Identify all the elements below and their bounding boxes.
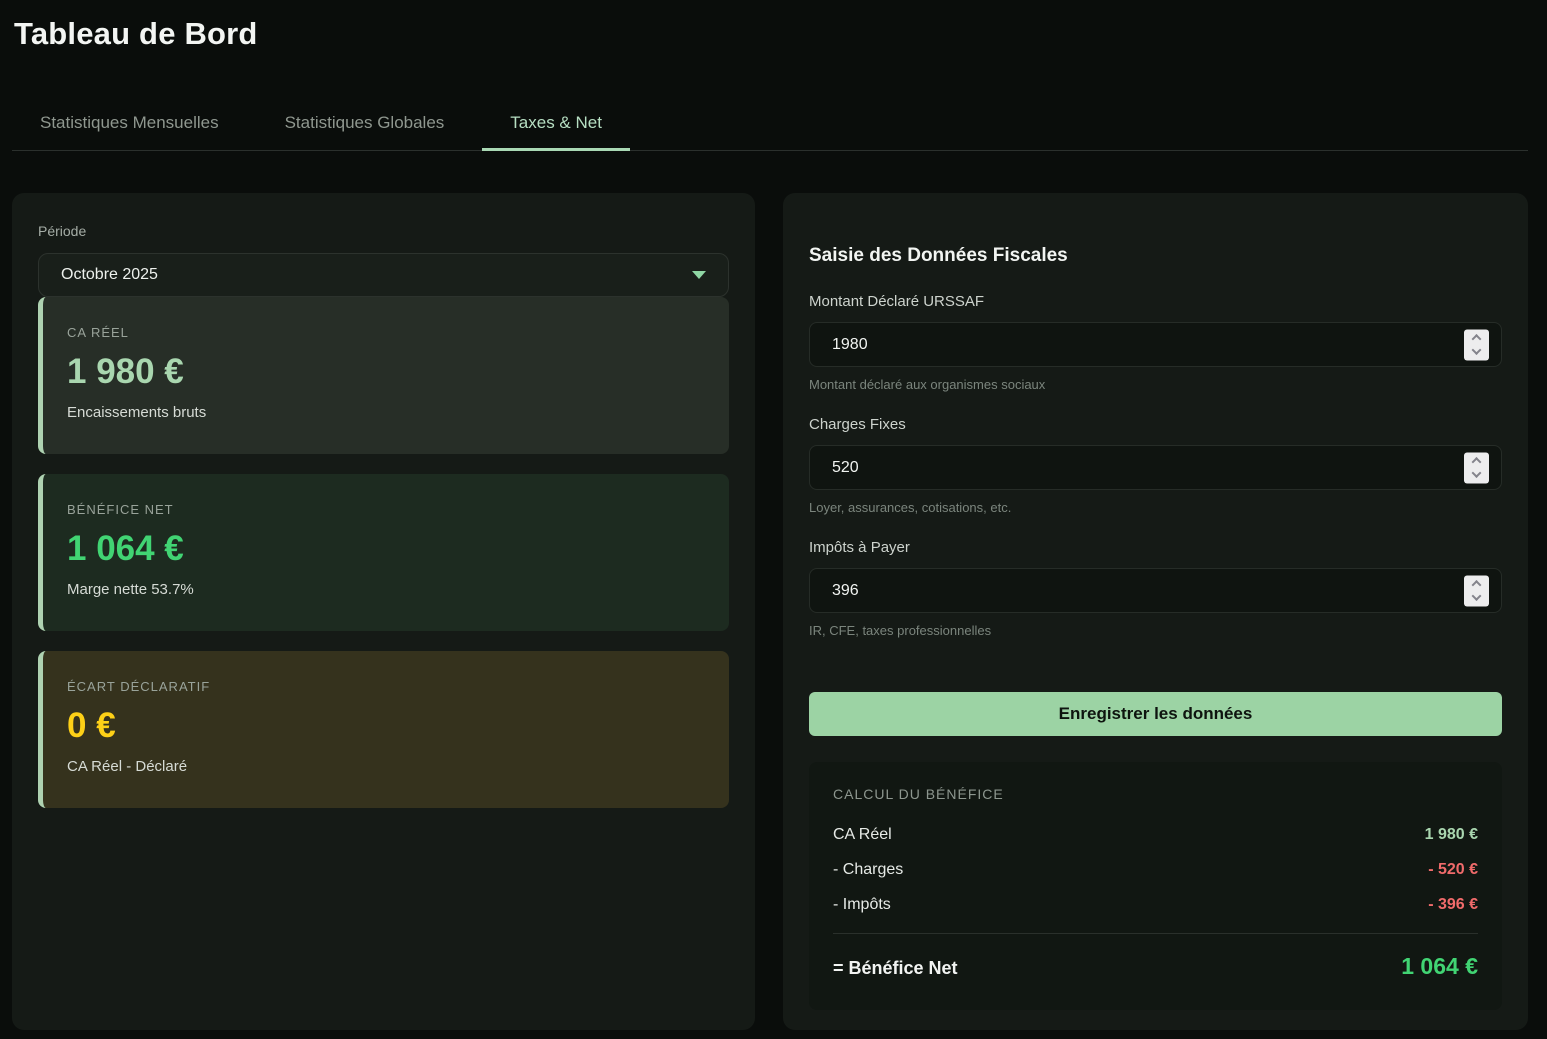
calc-row-value: - 396 € bbox=[1428, 896, 1478, 914]
number-spinner[interactable] bbox=[1464, 452, 1489, 483]
urssaf-field-label: Montant Déclaré URSSAF bbox=[809, 293, 1502, 310]
stat-card-subtitle: Marge nette 53.7% bbox=[67, 581, 705, 598]
fiscal-form-panel: Saisie des Données Fiscales Montant Décl… bbox=[783, 193, 1528, 1030]
calc-row-label: - Charges bbox=[833, 861, 903, 879]
spinner-up-icon[interactable] bbox=[1472, 334, 1482, 344]
stat-card-label: CA RÉEL bbox=[67, 325, 705, 340]
spinner-up-icon[interactable] bbox=[1472, 457, 1482, 467]
charges-input[interactable] bbox=[809, 445, 1502, 490]
tab-statistiques-globales[interactable]: Statistiques Globales bbox=[257, 104, 473, 150]
charges-field-label: Charges Fixes bbox=[809, 416, 1502, 433]
calc-divider bbox=[833, 933, 1478, 934]
stat-card-subtitle: Encaissements bruts bbox=[67, 404, 705, 421]
calc-total-value: 1 064 € bbox=[1401, 953, 1478, 980]
number-spinner[interactable] bbox=[1464, 329, 1489, 360]
calc-row-label: CA Réel bbox=[833, 826, 892, 844]
stat-card-ecart-declaratif: ÉCART DÉCLARATIF 0 € CA Réel - Déclaré bbox=[38, 651, 729, 808]
number-spinner[interactable] bbox=[1464, 575, 1489, 606]
stat-card-label: ÉCART DÉCLARATIF bbox=[67, 679, 705, 694]
chevron-down-icon bbox=[692, 271, 706, 279]
urssaf-field-hint: Montant déclaré aux organismes sociaux bbox=[809, 377, 1502, 392]
charges-field-hint: Loyer, assurances, cotisations, etc. bbox=[809, 500, 1502, 515]
calc-row-label: - Impôts bbox=[833, 896, 891, 914]
impots-field-group: Impôts à Payer IR, CFE, taxes profession… bbox=[809, 539, 1502, 638]
stat-card-value: 0 € bbox=[67, 704, 705, 748]
stats-panel: Période Octobre 2025 CA RÉEL 1 980 € Enc… bbox=[12, 193, 755, 1030]
stat-card-ca-reel: CA RÉEL 1 980 € Encaissements bruts bbox=[38, 297, 729, 454]
stat-card-benefice-net: BÉNÉFICE NET 1 064 € Marge nette 53.7% bbox=[38, 474, 729, 631]
period-label: Période bbox=[38, 223, 729, 239]
spinner-up-icon[interactable] bbox=[1472, 580, 1482, 590]
spinner-down-icon[interactable] bbox=[1472, 345, 1482, 355]
tab-taxes-net[interactable]: Taxes & Net bbox=[482, 104, 630, 151]
urssaf-input[interactable] bbox=[809, 322, 1502, 367]
tab-bar: Statistiques Mensuelles Statistiques Glo… bbox=[12, 104, 1528, 151]
period-select-value: Octobre 2025 bbox=[61, 266, 158, 284]
impots-field-label: Impôts à Payer bbox=[809, 539, 1502, 556]
tab-statistiques-mensuelles[interactable]: Statistiques Mensuelles bbox=[12, 104, 247, 150]
impots-input[interactable] bbox=[809, 568, 1502, 613]
urssaf-field-group: Montant Déclaré URSSAF Montant déclaré a… bbox=[809, 293, 1502, 392]
charges-field-group: Charges Fixes Loyer, assurances, cotisat… bbox=[809, 416, 1502, 515]
calc-row-ca-reel: CA Réel 1 980 € bbox=[833, 826, 1478, 844]
stat-card-value: 1 064 € bbox=[67, 527, 705, 571]
calc-row-charges: - Charges - 520 € bbox=[833, 861, 1478, 879]
stat-card-value: 1 980 € bbox=[67, 350, 705, 394]
calc-total-row: = Bénéfice Net 1 064 € bbox=[833, 953, 1478, 980]
calc-row-value: 1 980 € bbox=[1425, 826, 1478, 844]
calc-box: CALCUL DU BÉNÉFICE CA Réel 1 980 € - Cha… bbox=[809, 762, 1502, 1010]
impots-field-hint: IR, CFE, taxes professionnelles bbox=[809, 623, 1502, 638]
period-select[interactable]: Octobre 2025 bbox=[38, 253, 729, 297]
calc-total-label: = Bénéfice Net bbox=[833, 958, 958, 979]
spinner-down-icon[interactable] bbox=[1472, 591, 1482, 601]
dashboard-page: Tableau de Bord Statistiques Mensuelles … bbox=[0, 0, 1547, 1039]
calc-title: CALCUL DU BÉNÉFICE bbox=[833, 786, 1478, 802]
calc-row-value: - 520 € bbox=[1428, 861, 1478, 879]
stat-card-label: BÉNÉFICE NET bbox=[67, 502, 705, 517]
spinner-down-icon[interactable] bbox=[1472, 468, 1482, 478]
content-area: Période Octobre 2025 CA RÉEL 1 980 € Enc… bbox=[12, 193, 1528, 1030]
page-title: Tableau de Bord bbox=[14, 16, 1528, 52]
stat-card-subtitle: CA Réel - Déclaré bbox=[67, 758, 705, 775]
save-button[interactable]: Enregistrer les données bbox=[809, 692, 1502, 736]
form-title: Saisie des Données Fiscales bbox=[809, 245, 1502, 267]
calc-row-impots: - Impôts - 396 € bbox=[833, 896, 1478, 914]
